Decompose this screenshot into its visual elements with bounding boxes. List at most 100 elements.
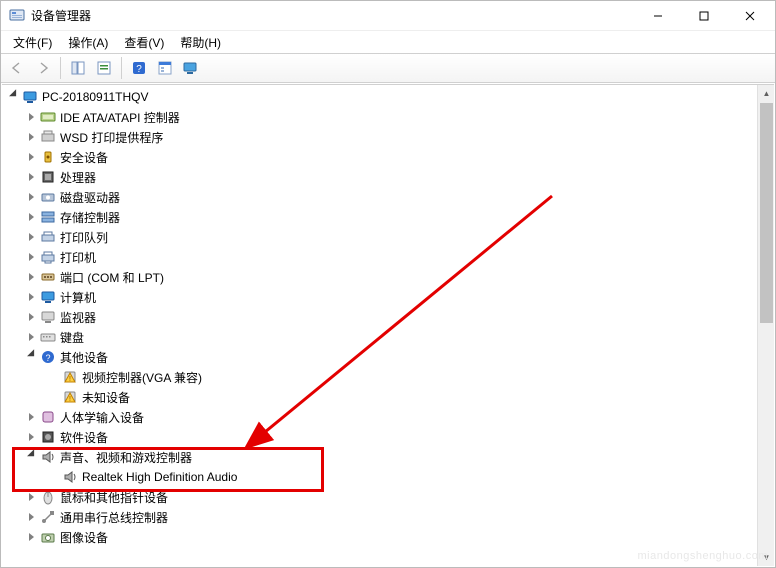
monitor-icon: [40, 309, 56, 325]
printq-icon: [40, 229, 56, 245]
expander-icon[interactable]: [24, 229, 40, 245]
port-icon: [40, 269, 56, 285]
tree-item-label: 计算机: [60, 289, 96, 306]
expander-icon[interactable]: [24, 509, 40, 525]
expander-icon[interactable]: [24, 449, 40, 465]
tree-device[interactable]: ! 视频控制器(VGA 兼容): [2, 367, 757, 387]
tree-item-label: 声音、视频和游戏控制器: [60, 449, 192, 466]
tree-category[interactable]: 打印机: [2, 247, 757, 267]
expander-icon[interactable]: [24, 349, 40, 365]
tree-category[interactable]: 安全设备: [2, 147, 757, 167]
expander-icon[interactable]: [24, 189, 40, 205]
tree-pane: PC-20180911THQV IDE ATA/ATAPI 控制器WSD 打印提供…: [2, 84, 774, 566]
titlebar: 设备管理器: [1, 1, 775, 31]
tree-category[interactable]: 通用串行总线控制器: [2, 507, 757, 527]
svg-text:?: ?: [45, 353, 50, 363]
tree-category[interactable]: 磁盘驱动器: [2, 187, 757, 207]
expander-icon[interactable]: [24, 129, 40, 145]
tree-category[interactable]: 监视器: [2, 307, 757, 327]
tree-category[interactable]: 鼠标和其他指针设备: [2, 487, 757, 507]
minimize-button[interactable]: [635, 1, 681, 31]
toolbar-back[interactable]: [5, 56, 29, 80]
menu-action[interactable]: 操作(A): [60, 31, 116, 53]
tree-category[interactable]: 图像设备: [2, 527, 757, 547]
menubar: 文件(F) 操作(A) 查看(V) 帮助(H): [1, 31, 775, 53]
toolbar-refresh[interactable]: [92, 56, 116, 80]
expander-icon[interactable]: [24, 169, 40, 185]
other-icon: ?: [40, 349, 56, 365]
maximize-button[interactable]: [681, 1, 727, 31]
menu-view[interactable]: 查看(V): [116, 31, 172, 53]
expander-icon[interactable]: [24, 149, 40, 165]
svg-text:?: ?: [136, 64, 142, 75]
expander-icon[interactable]: [24, 529, 40, 545]
toolbar-properties[interactable]: [153, 56, 177, 80]
computer-icon: [40, 289, 56, 305]
expander-icon[interactable]: [24, 489, 40, 505]
tree-item-label: 通用串行总线控制器: [60, 509, 168, 526]
expander-icon[interactable]: [6, 89, 22, 105]
imaging-icon: [40, 529, 56, 545]
printer-icon: [40, 249, 56, 265]
tree-category[interactable]: 端口 (COM 和 LPT): [2, 267, 757, 287]
tree-item-label: 打印队列: [60, 229, 108, 246]
scroll-up-arrow[interactable]: ▲: [758, 85, 774, 102]
tree-category[interactable]: 人体学输入设备: [2, 407, 757, 427]
disk-icon: [40, 189, 56, 205]
expander-icon[interactable]: [24, 269, 40, 285]
menu-file[interactable]: 文件(F): [5, 31, 60, 53]
tree-category[interactable]: WSD 打印提供程序: [2, 127, 757, 147]
storage-icon: [40, 209, 56, 225]
tree-item-label: 其他设备: [60, 349, 108, 366]
expander-icon[interactable]: [24, 249, 40, 265]
toolbar-show-hide[interactable]: [66, 56, 90, 80]
watermark: miandongshenghuo.com: [638, 550, 768, 562]
device-tree[interactable]: PC-20180911THQV IDE ATA/ATAPI 控制器WSD 打印提供…: [2, 85, 757, 566]
tree-item-label: 视频控制器(VGA 兼容): [82, 369, 202, 386]
svg-text:!: !: [69, 376, 71, 383]
software-icon: [40, 429, 56, 445]
tree-category[interactable]: 处理器: [2, 167, 757, 187]
tree-item-label: 图像设备: [60, 529, 108, 546]
tree-item-label: IDE ATA/ATAPI 控制器: [60, 109, 180, 126]
toolbar-forward[interactable]: [31, 56, 55, 80]
tree-category[interactable]: 打印队列: [2, 227, 757, 247]
tree-item-label: 安全设备: [60, 149, 108, 166]
sound-icon: [40, 449, 56, 465]
scroll-thumb[interactable]: [760, 103, 773, 323]
tree-category[interactable]: 键盘: [2, 327, 757, 347]
expander-icon[interactable]: [24, 289, 40, 305]
security-icon: [40, 149, 56, 165]
close-button[interactable]: [727, 1, 773, 31]
tree-category[interactable]: 声音、视频和游戏控制器: [2, 447, 757, 467]
vertical-scrollbar[interactable]: ▲ ▼: [757, 85, 774, 566]
tree-category[interactable]: 软件设备: [2, 427, 757, 447]
app-icon: [9, 8, 25, 24]
expander-icon[interactable]: [24, 209, 40, 225]
tree-category[interactable]: ? 其他设备: [2, 347, 757, 367]
cpu-icon: [40, 169, 56, 185]
tree-category[interactable]: 存储控制器: [2, 207, 757, 227]
tree-category[interactable]: IDE ATA/ATAPI 控制器: [2, 107, 757, 127]
tree-root[interactable]: PC-20180911THQV: [2, 87, 757, 107]
tree-device[interactable]: !未知设备: [2, 387, 757, 407]
warn-icon: !: [62, 369, 78, 385]
tree-item-label: 端口 (COM 和 LPT): [60, 269, 164, 286]
tree-item-label: 存储控制器: [60, 209, 120, 226]
expander-icon[interactable]: [24, 109, 40, 125]
expander-icon[interactable]: [24, 429, 40, 445]
expander-icon[interactable]: [24, 329, 40, 345]
tree-category[interactable]: 计算机: [2, 287, 757, 307]
toolbar-monitors[interactable]: [179, 56, 203, 80]
expander-icon[interactable]: [24, 309, 40, 325]
hid-icon: [40, 409, 56, 425]
sound-icon: [62, 469, 78, 485]
window-title: 设备管理器: [31, 7, 91, 24]
expander-icon[interactable]: [24, 409, 40, 425]
tree-item-label: 人体学输入设备: [60, 409, 144, 426]
toolbar-help[interactable]: ?: [127, 56, 151, 80]
menu-help[interactable]: 帮助(H): [172, 31, 229, 53]
toolbar-separator: [121, 57, 122, 79]
svg-text:!: !: [69, 396, 71, 403]
tree-device[interactable]: Realtek High Definition Audio: [2, 467, 757, 487]
